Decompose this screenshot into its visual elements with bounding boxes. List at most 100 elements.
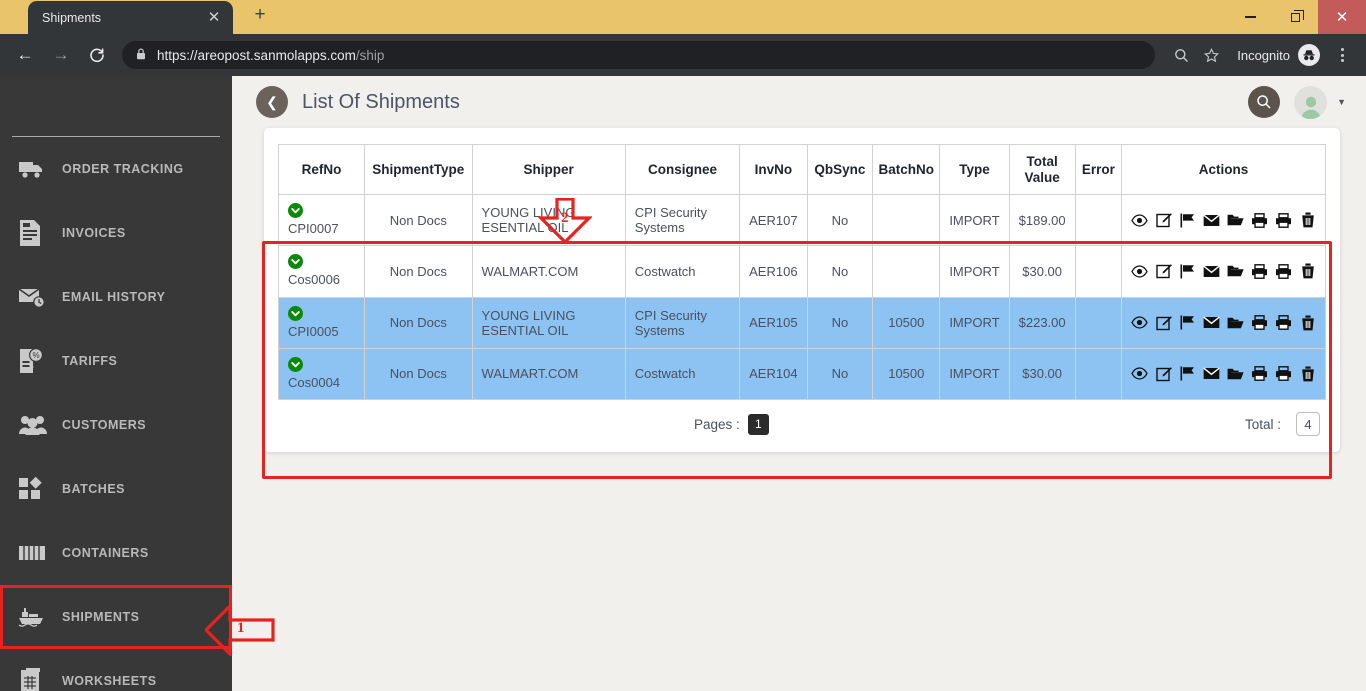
print-icon[interactable] bbox=[1251, 263, 1268, 280]
envelope-icon[interactable] bbox=[1203, 314, 1220, 331]
column-header-batchno[interactable]: BatchNo bbox=[872, 143, 941, 196]
column-header-totalvalue[interactable]: Total Value bbox=[1008, 143, 1076, 196]
arrow-right-icon[interactable]: → bbox=[46, 40, 76, 70]
total-group: Total : 4 bbox=[1244, 412, 1320, 437]
column-header-error[interactable]: Error bbox=[1074, 143, 1123, 196]
search-icon[interactable] bbox=[1248, 86, 1281, 118]
page-header: ❮ List Of Shipments chevron-down-icon ▼ bbox=[232, 76, 1366, 128]
sidebar-item-customers[interactable]: CUSTOMERS bbox=[0, 393, 232, 457]
cell-actions bbox=[1121, 245, 1326, 298]
table-row[interactable]: Cos0004 Non Docs WALMART.COM Costwatch A… bbox=[277, 347, 1326, 401]
page-number-button[interactable]: 1 bbox=[747, 413, 769, 435]
envelope-icon[interactable] bbox=[1203, 212, 1220, 229]
sidebar-item-email-history[interactable]: EMAIL HISTORY bbox=[0, 265, 232, 329]
row-action-buttons bbox=[1131, 365, 1316, 382]
row-action-buttons bbox=[1131, 314, 1316, 331]
sidebar-item-invoices[interactable]: INVOICES bbox=[0, 201, 232, 265]
print-alt-icon[interactable] bbox=[1275, 365, 1292, 382]
print-icon[interactable] bbox=[1251, 212, 1268, 229]
refno-text: CPI0005 bbox=[288, 323, 339, 339]
folder-icon[interactable] bbox=[1227, 314, 1244, 331]
eye-icon[interactable] bbox=[1131, 365, 1148, 382]
edit-icon[interactable] bbox=[1155, 263, 1172, 280]
star-icon[interactable] bbox=[1197, 41, 1225, 69]
print-icon[interactable] bbox=[1251, 314, 1268, 331]
column-header-shipper[interactable]: Shipper bbox=[471, 143, 626, 196]
table-row[interactable]: CPI0005 Non Docs YOUNG LIVING ESENTIAL O… bbox=[277, 296, 1326, 349]
flag-icon[interactable] bbox=[1179, 212, 1196, 229]
status-ok-icon bbox=[288, 203, 303, 219]
print-alt-icon[interactable] bbox=[1275, 263, 1292, 280]
envelope-icon[interactable] bbox=[1203, 263, 1220, 280]
cell-type: IMPORT bbox=[939, 347, 1010, 401]
cell-refno: CPI0005 bbox=[277, 296, 366, 349]
cell-batchno: 10500 bbox=[872, 347, 941, 401]
flag-icon[interactable] bbox=[1179, 263, 1196, 280]
trash-icon[interactable] bbox=[1299, 263, 1316, 280]
cell-actions bbox=[1121, 194, 1326, 247]
url-text: https://areopost.sanmolapps.com/ship bbox=[157, 48, 384, 63]
eye-icon[interactable] bbox=[1131, 314, 1148, 331]
edit-icon[interactable] bbox=[1155, 365, 1172, 382]
invoice-icon bbox=[18, 219, 62, 247]
sidebar-item-shipments[interactable]: SHIPMENTS bbox=[0, 585, 232, 649]
sidebar-item-order-tracking[interactable]: ORDER TRACKING bbox=[0, 137, 232, 201]
column-header-invno[interactable]: InvNo bbox=[739, 143, 808, 196]
trash-icon[interactable] bbox=[1299, 365, 1316, 382]
column-header-shipmenttype[interactable]: ShipmentType bbox=[364, 143, 473, 196]
minimize-button[interactable] bbox=[1228, 0, 1273, 34]
maximize-button[interactable] bbox=[1273, 0, 1318, 34]
flag-icon[interactable] bbox=[1179, 314, 1196, 331]
toolbar-right-group: Incognito bbox=[1165, 41, 1356, 69]
total-label: Total : bbox=[1244, 416, 1281, 432]
cell-consignee: CPI Security Systems bbox=[624, 194, 741, 247]
pages-label: Pages : bbox=[694, 416, 740, 432]
user-avatar-icon[interactable] bbox=[1294, 85, 1328, 119]
edit-icon[interactable] bbox=[1155, 314, 1172, 331]
sidebar: ORDER TRACKING INVOICES EMAIL HISTORY % $… bbox=[0, 76, 232, 691]
arrow-left-icon[interactable]: ← bbox=[10, 40, 40, 70]
flag-icon[interactable] bbox=[1179, 365, 1196, 382]
browser-tab[interactable]: Shipments ✕ bbox=[28, 1, 233, 34]
column-header-consignee[interactable]: Consignee bbox=[624, 143, 741, 196]
table-row[interactable]: Cos0006 Non Docs WALMART.COM Costwatch A… bbox=[277, 245, 1326, 298]
sidebar-item-worksheets[interactable]: WORKSHEETS bbox=[0, 649, 232, 691]
three-dot-menu-icon[interactable] bbox=[1328, 41, 1356, 69]
envelope-icon[interactable] bbox=[1203, 365, 1220, 382]
table-row[interactable]: CPI0007 Non Docs YOUNG LIVING ESENTIAL O… bbox=[277, 194, 1326, 247]
application-body: ORDER TRACKING INVOICES EMAIL HISTORY % $… bbox=[0, 76, 1366, 691]
sidebar-item-containers[interactable]: CONTAINERS bbox=[0, 521, 232, 585]
table-body: CPI0007 Non Docs YOUNG LIVING ESENTIAL O… bbox=[277, 194, 1326, 401]
eye-icon[interactable] bbox=[1131, 263, 1148, 280]
address-bar[interactable]: https://areopost.sanmolapps.com/ship bbox=[122, 41, 1156, 69]
column-header-type[interactable]: Type bbox=[939, 143, 1010, 196]
eye-icon[interactable] bbox=[1131, 212, 1148, 229]
sidebar-item-tariffs[interactable]: % $ TARIFFS bbox=[0, 329, 232, 393]
column-header-qbsync[interactable]: QbSync bbox=[806, 143, 874, 196]
search-icon[interactable] bbox=[1167, 41, 1195, 69]
incognito-icon[interactable] bbox=[1298, 44, 1320, 66]
reload-icon[interactable] bbox=[82, 40, 112, 70]
print-alt-icon[interactable] bbox=[1275, 212, 1292, 229]
print-alt-icon[interactable] bbox=[1275, 314, 1292, 331]
edit-icon[interactable] bbox=[1155, 212, 1172, 229]
cell-shipmenttype: Non Docs bbox=[364, 245, 473, 298]
header-dropdown-caret[interactable]: ▼ bbox=[1337, 97, 1346, 107]
cell-totalvalue: $30.00 bbox=[1008, 245, 1076, 298]
trash-icon[interactable] bbox=[1299, 314, 1316, 331]
column-header-refno[interactable]: RefNo bbox=[277, 143, 366, 196]
trash-icon[interactable] bbox=[1299, 212, 1316, 229]
folder-icon[interactable] bbox=[1227, 212, 1244, 229]
print-icon[interactable] bbox=[1251, 365, 1268, 382]
container-icon bbox=[18, 543, 62, 563]
sidebar-item-label: BATCHES bbox=[62, 482, 125, 496]
chevron-left-icon[interactable]: ❮ bbox=[256, 86, 288, 118]
plus-icon[interactable]: + bbox=[247, 2, 273, 28]
close-window-button[interactable]: ✕ bbox=[1318, 0, 1366, 34]
sidebar-item-batches[interactable]: BATCHES bbox=[0, 457, 232, 521]
close-icon[interactable]: ✕ bbox=[205, 9, 223, 27]
folder-icon[interactable] bbox=[1227, 263, 1244, 280]
browser-window: Shipments ✕ + ✕ ← → https://areopost.san… bbox=[0, 0, 1366, 691]
folder-icon[interactable] bbox=[1227, 365, 1244, 382]
tab-title: Shipments bbox=[42, 10, 102, 25]
